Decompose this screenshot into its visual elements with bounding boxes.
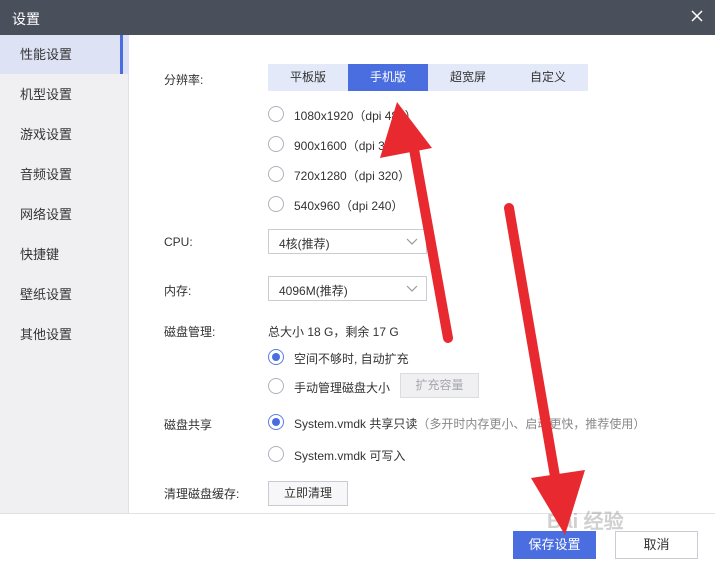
memory-label: 内存: — [164, 284, 192, 298]
radio-button[interactable] — [268, 196, 284, 212]
cancel-button[interactable]: 取消 — [615, 531, 698, 559]
dialog-footer: 保存设置 取消 — [0, 513, 715, 573]
tab-phone[interactable]: 手机版 — [348, 64, 428, 91]
clear-cache-label: 清理磁盘缓存: — [164, 487, 240, 501]
memory-select[interactable]: 4096M(推荐) — [268, 276, 427, 301]
share-readonly-label: System.vmdk 共享只读 — [294, 417, 418, 431]
clear-now-button[interactable]: 立即清理 — [268, 481, 348, 506]
disk-size-info: 总大小 18 G，剩余 17 G — [268, 325, 399, 339]
tab-tablet[interactable]: 平板版 — [268, 64, 348, 91]
expand-capacity-button[interactable]: 扩充容量 — [400, 373, 479, 398]
sidebar-item-wallpaper[interactable]: 壁纸设置 — [0, 275, 129, 314]
save-button[interactable]: 保存设置 — [513, 531, 596, 559]
performance-settings-panel: 分辨率: 平板版 手机版 超宽屏 自定义 1080x1920（dpi 480） … — [130, 35, 715, 513]
title-bar: 设置 — [0, 0, 715, 35]
radio-button[interactable] — [268, 106, 284, 122]
tab-custom[interactable]: 自定义 — [508, 64, 588, 91]
tab-ultrawide[interactable]: 超宽屏 — [428, 64, 508, 91]
sidebar-item-network[interactable]: 网络设置 — [0, 195, 129, 234]
radio-button[interactable] — [268, 166, 284, 182]
radio-button[interactable] — [268, 446, 284, 462]
sidebar-item-audio[interactable]: 音频设置 — [0, 155, 129, 194]
sidebar-item-game[interactable]: 游戏设置 — [0, 115, 129, 154]
chevron-down-icon — [406, 238, 418, 245]
disk-label: 磁盘管理: — [164, 325, 216, 339]
cpu-label: CPU: — [164, 235, 193, 249]
resolution-tabs: 平板版 手机版 超宽屏 自定义 — [268, 64, 588, 91]
resolution-label: 分辨率: — [164, 73, 204, 87]
cpu-value: 4核(推荐) — [279, 237, 330, 251]
cpu-select[interactable]: 4核(推荐) — [268, 229, 427, 254]
radio-button[interactable] — [268, 414, 284, 430]
chevron-down-icon — [406, 285, 418, 292]
radio-button[interactable] — [268, 378, 284, 394]
close-icon[interactable] — [690, 9, 704, 23]
sidebar-item-shortcuts[interactable]: 快捷键 — [0, 235, 129, 274]
disk-share-label: 磁盘共享 — [164, 418, 213, 432]
memory-value: 4096M(推荐) — [279, 284, 348, 298]
window-title: 设置 — [12, 11, 40, 27]
sidebar-item-performance[interactable]: 性能设置 — [0, 35, 129, 74]
sidebar-item-model[interactable]: 机型设置 — [0, 75, 129, 114]
sidebar-item-other[interactable]: 其他设置 — [0, 315, 129, 354]
radio-button[interactable] — [268, 349, 284, 365]
radio-button[interactable] — [268, 136, 284, 152]
settings-sidebar: 性能设置 机型设置 游戏设置 音频设置 网络设置 快捷键 壁纸设置 其他设置 — [0, 35, 129, 513]
share-readonly-hint: （多开时内存更小、启动更快，推荐使用） — [417, 417, 646, 431]
